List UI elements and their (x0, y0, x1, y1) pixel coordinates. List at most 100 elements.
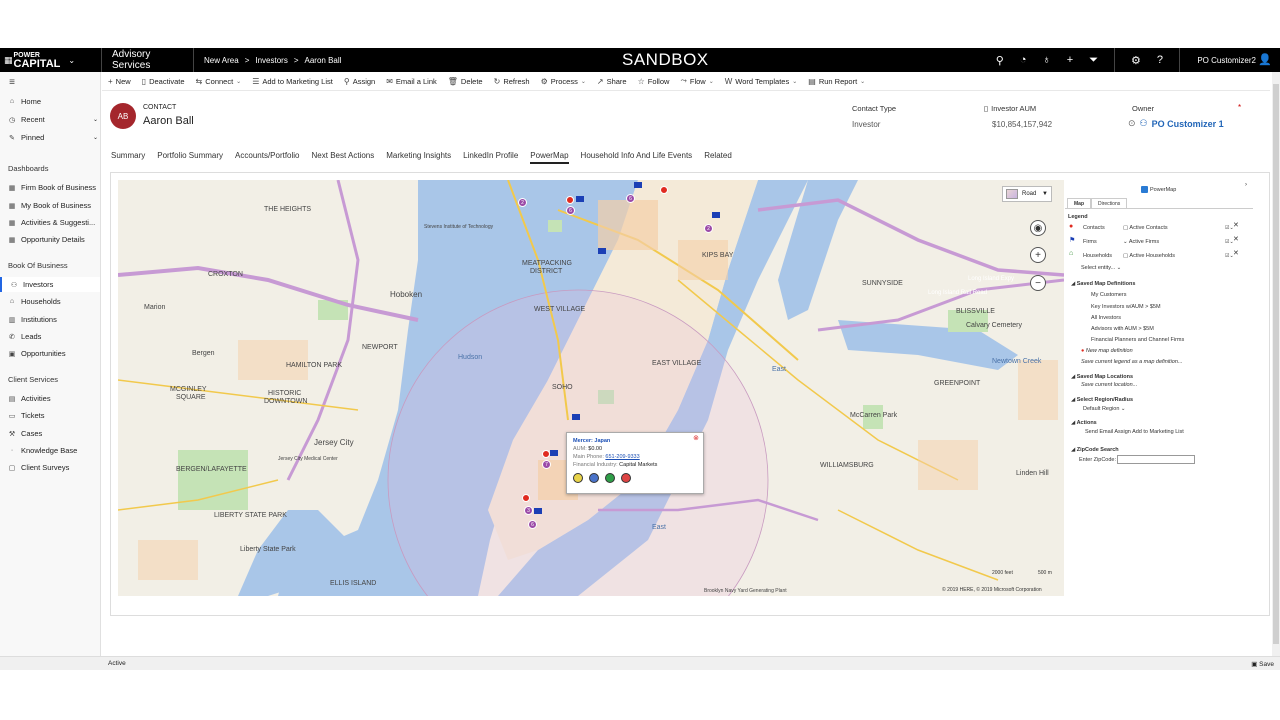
tab-marketing-insights[interactable]: Marketing Insights (386, 151, 451, 164)
gear-icon[interactable]: ⚙ (1131, 54, 1141, 67)
owner-lookup[interactable]: ⊙ ⚇ PO Customizer 1 (1128, 118, 1224, 129)
deactivate-button[interactable]: ▯ Deactivate (142, 77, 185, 86)
email-link-button[interactable]: ✉ Email a Link (386, 77, 437, 86)
run-report-button[interactable]: ▤ Run Report ⌄ (808, 77, 865, 86)
lightbulb-icon[interactable]: ♁ (1043, 54, 1051, 66)
select-region-title[interactable]: ◢ Select Region/Radius (1071, 397, 1133, 403)
saved-map-definitions-title[interactable]: ◢ Saved Map Definitions (1071, 281, 1135, 287)
breadcrumb-area[interactable]: New Area (204, 56, 239, 65)
chevron-down-icon[interactable]: ⌄ (792, 78, 797, 85)
tab-powermap[interactable]: PowerMap (530, 151, 569, 164)
tab-accounts-portfolio[interactable]: Accounts/Portfolio (235, 151, 299, 164)
sidebar-item-pinned[interactable]: ✎ Pinned ⌄ (8, 133, 98, 142)
firm-flag-icon[interactable] (634, 182, 642, 188)
sidebar-item-recent[interactable]: ◷ Recent ⌄ (8, 115, 98, 124)
search-icon[interactable]: ⚲ (996, 54, 1004, 67)
firm-flag-icon[interactable] (550, 450, 558, 456)
sidebar-item-my-book[interactable]: ▦ My Book of Business (8, 201, 98, 210)
plus-icon[interactable]: + (1067, 54, 1073, 66)
contact-pin[interactable] (660, 186, 668, 194)
sidebar-item-leads[interactable]: ✆ Leads (8, 332, 98, 341)
contact-pin[interactable] (522, 494, 530, 502)
close-icon[interactable]: ⊗ (693, 435, 699, 443)
chevron-down-icon[interactable]: ⌄ (236, 78, 241, 85)
firm-flag-icon[interactable] (572, 414, 580, 420)
tab-portfolio-summary[interactable]: Portfolio Summary (157, 151, 223, 164)
zoom-in-button[interactable]: + (1030, 247, 1046, 263)
saved-map-locations-title[interactable]: ◢ Saved Map Locations (1071, 374, 1133, 380)
sidebar-item-opportunity-details[interactable]: ▦ Opportunity Details (8, 235, 98, 244)
user-name[interactable]: PO Customizer2 (1197, 48, 1256, 72)
map-style-selector[interactable]: Road ▼ (1002, 186, 1052, 202)
tab-summary[interactable]: Summary (111, 151, 145, 164)
select-entity-dropdown[interactable]: Select entity... ⌄ (1081, 265, 1121, 271)
chevron-right-icon[interactable]: › (1245, 182, 1247, 188)
contact-pin[interactable] (566, 196, 574, 204)
owner-value[interactable]: PO Customizer 1 (1152, 119, 1224, 129)
delete-button[interactable]: 🗑 Delete (448, 77, 483, 86)
user-icon[interactable]: 👤 (1258, 53, 1272, 66)
cluster-marker[interactable]: 2 (518, 198, 527, 207)
region-dropdown[interactable]: Default Region ⌄ (1083, 406, 1126, 412)
zipcode-input[interactable] (1117, 455, 1195, 464)
legend-active-households[interactable]: ▢ Active Households (1123, 253, 1175, 259)
connect-button[interactable]: ⇆ Connect ⌄ (196, 77, 242, 86)
legend-active-contacts[interactable]: ▢ Active Contacts (1123, 225, 1168, 231)
map-canvas[interactable]: THE HEIGHTS Hoboken Marion Bergen CROXTO… (118, 180, 1064, 596)
tab-next-best-actions[interactable]: Next Best Actions (312, 151, 375, 164)
popup-phone-link[interactable]: 651-209-9333 (605, 454, 639, 460)
sidebar-item-home[interactable]: ⌂ Home (8, 97, 98, 106)
zipcode-title[interactable]: ◢ ZipCode Search (1071, 447, 1119, 453)
word-templates-button[interactable]: W Word Templates ⌄ (725, 77, 798, 86)
zoom-out-button[interactable]: − (1030, 275, 1046, 291)
tab-linkedin-profile[interactable]: LinkedIn Profile (463, 151, 518, 164)
sidebar-item-households[interactable]: ⌂ Households (8, 297, 98, 306)
flow-button[interactable]: ⤳ Flow ⌄ (680, 76, 713, 86)
firm-flag-icon[interactable] (534, 508, 542, 514)
app-name[interactable]: Advisory Services (102, 48, 194, 72)
chevron-down-icon[interactable]: ⌄ (709, 78, 714, 85)
new-button[interactable]: + New (108, 77, 131, 86)
process-button[interactable]: ⚙ Process ⌄ (541, 77, 586, 86)
contact-pin[interactable] (542, 450, 550, 458)
sidebar-item-client-surveys[interactable]: ▢ Client Surveys (8, 463, 98, 472)
cluster-marker[interactable]: 6 (528, 520, 537, 529)
close-icon[interactable]: ✕ (1233, 221, 1239, 229)
follow-button[interactable]: ☆ Follow (638, 77, 670, 86)
breadcrumb-entity[interactable]: Investors (255, 56, 287, 65)
page-scrollbar[interactable] (1272, 72, 1280, 656)
email-icon[interactable] (589, 473, 599, 483)
chevron-down-icon[interactable]: ⌄ (581, 78, 586, 85)
cluster-marker[interactable]: 6 (566, 206, 575, 215)
map-definition-item[interactable]: Key Investors w/AUM > $5M (1091, 304, 1161, 310)
close-icon[interactable]: ✕ (1233, 235, 1239, 243)
assign-button[interactable]: ⚲ Assign (344, 77, 375, 86)
refresh-button[interactable]: ↻ Refresh (494, 77, 530, 86)
locate-me-button[interactable]: ◉ (1030, 220, 1046, 236)
cluster-marker[interactable]: 3 (524, 506, 533, 515)
firm-flag-icon[interactable] (712, 212, 720, 218)
sidebar-item-knowledge-base[interactable]: · Knowledge Base (8, 446, 98, 455)
sidebar-item-opportunities[interactable]: ▣ Opportunities (8, 349, 98, 358)
sidebar-item-investors[interactable]: ⚇ Investors (0, 277, 100, 292)
cluster-marker[interactable]: 6 (626, 194, 635, 203)
dollar-icon[interactable] (605, 473, 615, 483)
legend-active-firms[interactable]: ⌄ Active Firms (1123, 239, 1159, 245)
map-definition-item[interactable]: My Customers (1091, 292, 1126, 298)
save-location-link[interactable]: Save current location... (1081, 382, 1137, 388)
map-definition-item[interactable]: All Investors (1091, 315, 1121, 321)
save-legend-link[interactable]: Save current legend as a map definition.… (1081, 359, 1183, 365)
scrollbar-thumb[interactable] (1273, 84, 1279, 644)
help-icon[interactable]: ? (1157, 54, 1163, 66)
sidebar-item-activities-suggestions[interactable]: ▦ Activities & Suggesti... (8, 218, 98, 227)
map-definition-item[interactable]: Advisors with AUM > $5M (1091, 326, 1154, 332)
close-icon[interactable]: ✕ (1233, 249, 1239, 257)
firm-flag-icon[interactable] (598, 248, 606, 254)
filter-icon[interactable]: ⏷ (1089, 54, 1098, 67)
cluster-marker[interactable]: 7 (542, 460, 551, 469)
sidebar-item-activities[interactable]: ▤ Activities (8, 394, 98, 403)
route-icon[interactable] (573, 473, 583, 483)
tab-household-info-and-life-events[interactable]: Household Info And Life Events (581, 151, 693, 164)
hamburger-menu[interactable]: ≡ (8, 77, 98, 88)
remove-icon[interactable] (621, 473, 631, 483)
